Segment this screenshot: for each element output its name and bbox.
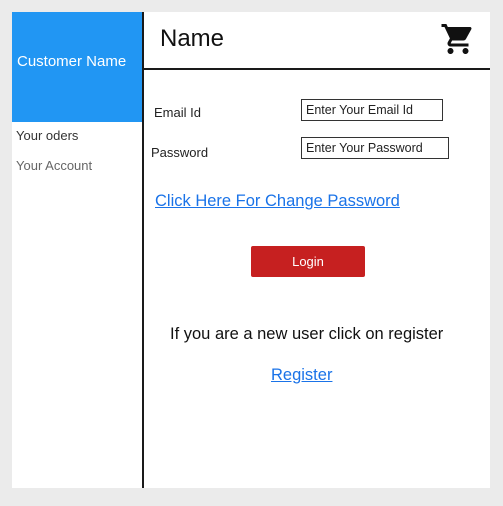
change-password-link[interactable]: Click Here For Change Password (155, 192, 400, 211)
password-label: Password (151, 145, 209, 160)
register-link[interactable]: Register (271, 366, 332, 385)
sidebar: Customer Name Your oders Your Account (12, 12, 142, 488)
customer-name: Customer Name (17, 53, 127, 70)
password-field[interactable] (301, 137, 449, 159)
sidebar-item-your-orders[interactable]: Your oders (16, 128, 78, 143)
login-button[interactable]: Login (251, 246, 365, 277)
sidebar-header: Customer Name (12, 12, 142, 122)
sidebar-item-your-account[interactable]: Your Account (16, 158, 92, 173)
app-frame: Customer Name Your oders Your Account Na… (12, 12, 490, 488)
new-user-text: If you are a new user click on register (170, 325, 444, 343)
email-label: Email Id (154, 105, 201, 120)
page-title: Name (160, 25, 225, 52)
sidebar-divider (142, 12, 144, 488)
header-divider (144, 68, 490, 70)
email-field[interactable] (301, 99, 443, 121)
shopping-cart-icon[interactable] (440, 21, 476, 57)
